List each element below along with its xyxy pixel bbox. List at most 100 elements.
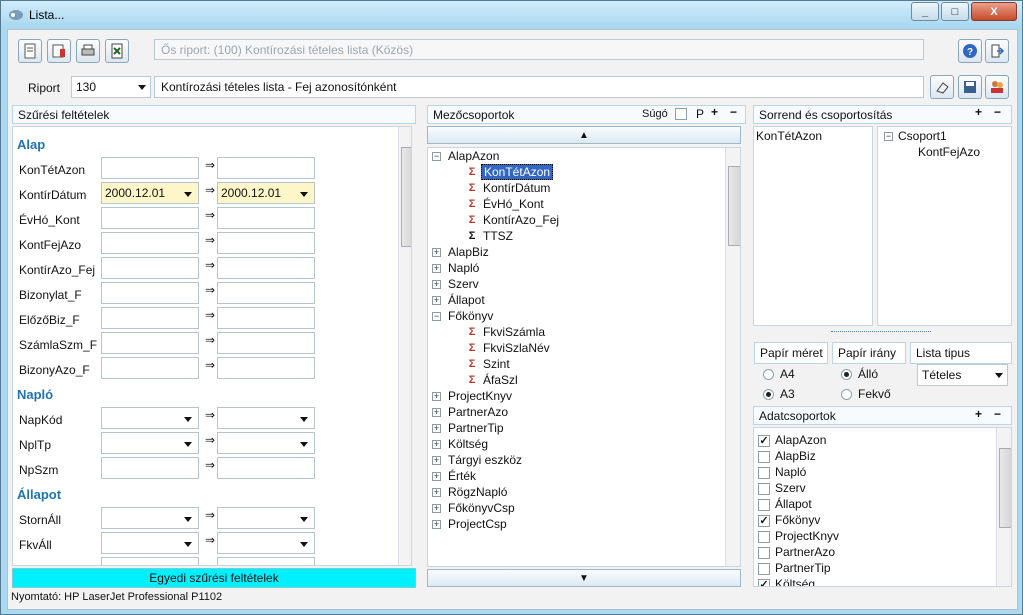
szamlaszm-f-from[interactable] (101, 332, 199, 354)
tree-group-partnerazo[interactable]: PartnerAzo (448, 404, 508, 420)
tree-field-evho-kont[interactable]: ÉvHó_Kont (483, 196, 544, 212)
tree-group-koltseg[interactable]: Költség (448, 436, 488, 452)
expand-toggle[interactable]: + (432, 520, 441, 529)
add-datagroup-icon[interactable]: + (975, 407, 982, 421)
collapse-toggle[interactable]: − (432, 312, 441, 321)
filter-scrollbar[interactable] (398, 127, 411, 565)
tree-field-kontirazo-fej[interactable]: KontírAzo_Fej (483, 212, 559, 228)
tree-group-projectknyv[interactable]: ProjectKnyv (448, 388, 512, 404)
bizonylat-f-from[interactable] (101, 282, 199, 304)
tree-group-ertek[interactable]: Érték (448, 468, 476, 484)
tree-group-fokonyvcsp[interactable]: FőkönyvCsp (448, 500, 515, 516)
expand-toggle[interactable]: + (432, 264, 441, 273)
next-filter-from[interactable] (101, 557, 199, 565)
bizonyazo-f-from[interactable] (101, 357, 199, 379)
kontirazo-fej-to[interactable] (217, 257, 315, 279)
print-button[interactable] (76, 39, 100, 63)
tree-group-fokonyv[interactable]: Főkönyv (448, 308, 493, 324)
napkod-from[interactable] (101, 407, 199, 429)
splitter-handle[interactable] (831, 331, 931, 336)
tree-field-szint[interactable]: Szint (483, 356, 510, 372)
kontfejazo-from[interactable] (101, 232, 199, 254)
kontfejazo-to[interactable] (217, 232, 315, 254)
tree-group-targyi-eszkoz[interactable]: Tárgyi eszköz (448, 452, 522, 468)
checkbox[interactable] (758, 531, 770, 543)
remove-datagroup-icon[interactable]: − (994, 407, 1001, 421)
scrollbar-thumb[interactable] (401, 147, 411, 247)
tree-field-fkviszlanev[interactable]: FkviSzlaNév (483, 340, 550, 356)
collapse-toggle[interactable]: − (884, 132, 893, 141)
custom-filter-button[interactable]: Egyedi szűrési feltételek (12, 568, 416, 588)
tree-field-kontetazon[interactable]: KonTétAzon (481, 164, 554, 180)
datagroups-scrollbar[interactable] (996, 428, 1011, 586)
group-node[interactable]: Csoport1 (898, 128, 947, 144)
tree-group-naplo[interactable]: Napló (448, 260, 479, 276)
checkbox[interactable] (758, 547, 770, 559)
elozobiz-f-from[interactable] (101, 307, 199, 329)
save-button[interactable] (958, 75, 982, 99)
expand-toggle[interactable]: + (432, 296, 441, 305)
move-down-button[interactable]: ▼ (427, 569, 741, 587)
checkbox[interactable]: ✓ (758, 515, 770, 527)
tree-group-szerv[interactable]: Szerv (448, 276, 479, 292)
close-button[interactable]: X (971, 2, 1017, 21)
expand-toggle[interactable]: + (432, 392, 441, 401)
help-button[interactable]: ? (958, 39, 982, 63)
riport-name-field[interactable]: Kontírozási tételes lista - Fej azonosít… (154, 76, 924, 98)
order-item[interactable]: KonTétAzon (756, 128, 822, 144)
kontetazon-to[interactable] (217, 157, 315, 179)
collapse-toggle[interactable]: − (432, 152, 441, 161)
scrollbar-thumb[interactable] (728, 166, 740, 246)
checkbox[interactable] (758, 499, 770, 511)
group-child-node[interactable]: KontFejAzo (918, 144, 980, 160)
evho-kont-to[interactable] (217, 207, 315, 229)
eraser-button[interactable] (930, 75, 954, 99)
expand-toggle[interactable]: + (432, 472, 441, 481)
portrait-radio[interactable] (841, 369, 852, 380)
riport-select[interactable]: 130 (71, 76, 151, 98)
stornall-from[interactable] (101, 507, 199, 529)
exit-button[interactable] (985, 39, 1009, 63)
checkbox[interactable] (758, 563, 770, 575)
tree-group-rogznaplo[interactable]: RögzNapló (448, 484, 507, 500)
expand-toggle[interactable]: + (432, 280, 441, 289)
new-report-button[interactable] (18, 39, 42, 63)
a4-radio[interactable] (763, 369, 774, 380)
checkbox[interactable] (758, 483, 770, 495)
napkod-to[interactable] (217, 407, 315, 429)
list-type-select[interactable]: Tételes (917, 364, 1008, 386)
szamlaszm-f-to[interactable] (217, 332, 315, 354)
tree-group-partnertip[interactable]: PartnerTip (448, 420, 504, 436)
next-filter-to[interactable] (217, 557, 315, 565)
checkbox[interactable]: ✓ (758, 579, 770, 586)
fkvall-to[interactable] (217, 532, 315, 554)
remove-order-icon[interactable]: − (994, 105, 1001, 119)
expand-toggle[interactable]: + (432, 408, 441, 417)
npltp-to[interactable] (217, 432, 315, 454)
export-button[interactable] (105, 39, 129, 63)
add-order-icon[interactable]: + (975, 105, 982, 119)
expand-all-icon[interactable]: + (711, 105, 718, 119)
elozobiz-f-to[interactable] (217, 307, 315, 329)
tree-group-projectcsp[interactable]: ProjectCsp (448, 516, 507, 532)
npszm-from[interactable] (101, 457, 199, 479)
stornall-to[interactable] (217, 507, 315, 529)
minimize-button[interactable]: _ (911, 2, 939, 21)
kontirdatum-from[interactable]: 2000.12.01 (101, 182, 199, 204)
expand-toggle[interactable]: + (432, 440, 441, 449)
tree-field-ttsz[interactable]: TTSZ (483, 228, 513, 244)
tree-field-afaszl[interactable]: ÁfaSzl (483, 372, 518, 388)
maximize-button[interactable]: □ (941, 2, 969, 21)
move-up-button[interactable]: ▲ (427, 126, 741, 144)
users-button[interactable] (985, 75, 1009, 99)
expand-toggle[interactable]: + (432, 488, 441, 497)
checkbox[interactable] (758, 467, 770, 479)
expand-toggle[interactable]: + (432, 456, 441, 465)
collapse-all-icon[interactable]: − (730, 105, 737, 119)
properties-button[interactable] (47, 39, 71, 63)
expand-toggle[interactable]: + (432, 504, 441, 513)
tree-group-alapazon[interactable]: AlapAzon (448, 148, 499, 164)
expand-toggle[interactable]: + (432, 248, 441, 257)
a3-radio[interactable] (763, 389, 774, 400)
tree-group-alapbiz[interactable]: AlapBiz (448, 244, 489, 260)
